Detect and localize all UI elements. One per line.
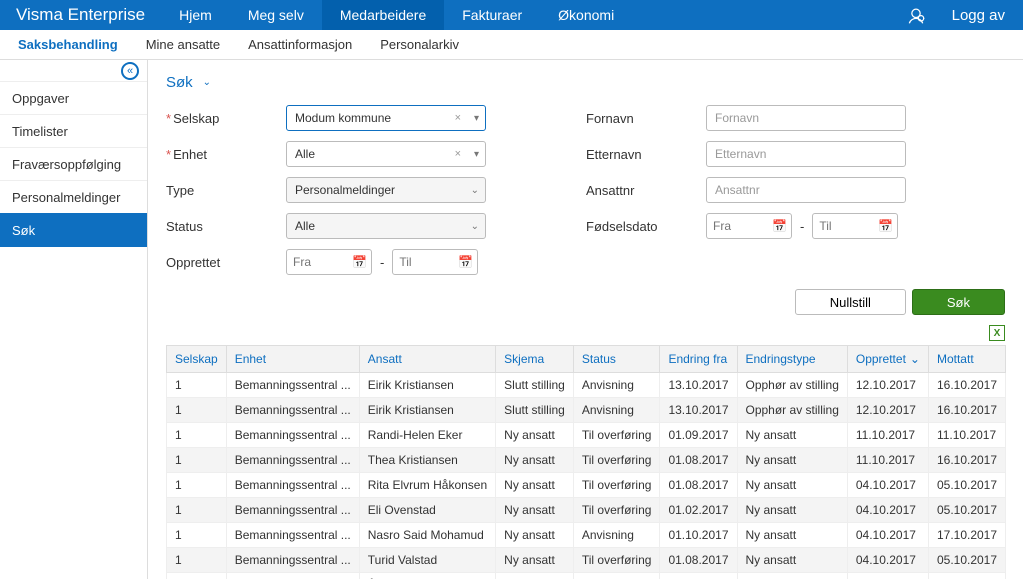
topnav-fakturaer[interactable]: Fakturaer xyxy=(444,0,540,30)
collapse-icon[interactable]: « xyxy=(121,62,139,80)
subnav-saksbehandling[interactable]: Saksbehandling xyxy=(18,37,118,52)
subnav-ansattinformasjon[interactable]: Ansattinformasjon xyxy=(248,37,352,52)
sidebar-item-timelister[interactable]: Timelister xyxy=(0,114,147,148)
chevron-down-icon[interactable]: ⌄ xyxy=(471,185,479,196)
table-row[interactable]: 1Bemanningssentral ...Eirik KristiansenS… xyxy=(167,398,1006,423)
col-endring-fra[interactable]: Endring fra xyxy=(660,346,737,373)
sort-desc-icon: ⌄ xyxy=(910,352,920,366)
table-row[interactable]: 1Bemanningssentral ...Turid ValstadNy an… xyxy=(167,548,1006,573)
reset-button[interactable]: Nullstill xyxy=(795,289,906,315)
label-status: Status xyxy=(166,219,286,234)
type-select[interactable]: Personalmeldinger ⌄ xyxy=(286,177,486,203)
top-right: Logg av xyxy=(898,0,1023,30)
fodsel-til[interactable]: 📅 xyxy=(812,213,898,239)
table-row[interactable]: 1Bemanningssentral ...Nasro Said Mohamud… xyxy=(167,523,1006,548)
opprettet-til[interactable]: 📅 xyxy=(392,249,478,275)
calendar-icon[interactable]: 📅 xyxy=(352,255,367,269)
table-row[interactable]: 1Bemanningssentral ...Randi-Helen EkerNy… xyxy=(167,423,1006,448)
brand-logo: Visma Enterprise xyxy=(0,0,161,30)
fodsel-fra[interactable]: 📅 xyxy=(706,213,792,239)
settings-icon[interactable] xyxy=(898,5,934,25)
calendar-icon[interactable]: 📅 xyxy=(772,219,787,233)
fornavn-input[interactable] xyxy=(706,105,906,131)
col-status[interactable]: Status xyxy=(573,346,660,373)
filter-grid: Selskap Modum kommune × ▾ Fornavn Enhet … xyxy=(166,105,1005,275)
table-row[interactable]: 1Bemanningssentral ...Åse BråtenNy ansat… xyxy=(167,573,1006,579)
label-enhet: Enhet xyxy=(166,147,286,162)
label-opprettet: Opprettet xyxy=(166,255,286,270)
etternavn-input[interactable] xyxy=(706,141,906,167)
chevron-down-icon[interactable]: ⌄ xyxy=(471,221,479,232)
search-title: Søk xyxy=(166,74,193,91)
sidebar-item-fraværsoppfølging[interactable]: Fraværsoppfølging xyxy=(0,147,147,181)
table-row[interactable]: 1Bemanningssentral ...Eirik KristiansenS… xyxy=(167,373,1006,398)
topnav-hjem[interactable]: Hjem xyxy=(161,0,230,30)
chevron-down-icon: ⌄ xyxy=(203,77,211,88)
search-header[interactable]: Søk ⌄ xyxy=(166,74,1005,91)
chevron-down-icon[interactable]: ▾ xyxy=(474,113,479,124)
enhet-combo[interactable]: Alle × ▾ xyxy=(286,141,486,167)
topnav-meg selv[interactable]: Meg selv xyxy=(230,0,322,30)
logoff-link[interactable]: Logg av xyxy=(934,7,1023,24)
sidebar-item-oppgaver[interactable]: Oppgaver xyxy=(0,81,147,115)
topnav-økonomi[interactable]: Økonomi xyxy=(540,0,632,30)
label-type: Type xyxy=(166,183,286,198)
sub-nav: Saksbehandling Mine ansatte Ansattinformas… xyxy=(0,30,1023,60)
calendar-icon[interactable]: 📅 xyxy=(458,255,473,269)
label-fornavn: Fornavn xyxy=(586,111,706,126)
col-opprettet[interactable]: Opprettet⌄ xyxy=(847,346,928,373)
status-select[interactable]: Alle ⌄ xyxy=(286,213,486,239)
fodselsdato-range: 📅 - 📅 xyxy=(706,213,916,239)
table-row[interactable]: 1Bemanningssentral ...Rita Elvrum Håkons… xyxy=(167,473,1006,498)
subnav-personalarkiv[interactable]: Personalarkiv xyxy=(380,37,459,52)
col-skjema[interactable]: Skjema xyxy=(496,346,574,373)
clear-icon[interactable]: × xyxy=(455,112,461,124)
selskap-combo[interactable]: Modum kommune × ▾ xyxy=(286,105,486,131)
main-content: Søk ⌄ Selskap Modum kommune × ▾ Fornavn … xyxy=(148,60,1023,579)
clear-icon[interactable]: × xyxy=(455,148,461,160)
sidebar-item-søk[interactable]: Søk xyxy=(0,213,147,247)
col-endringstype[interactable]: Endringstype xyxy=(737,346,847,373)
col-selskap[interactable]: Selskap xyxy=(167,346,227,373)
action-buttons: Nullstill Søk xyxy=(166,289,1005,315)
sidebar-collapse: « xyxy=(0,60,147,82)
col-mottatt[interactable]: Mottatt xyxy=(928,346,1005,373)
top-bar: Visma Enterprise HjemMeg selvMedarbeider… xyxy=(0,0,1023,30)
col-enhet[interactable]: Enhet xyxy=(226,346,359,373)
results-table: SelskapEnhetAnsattSkjemaStatusEndring fr… xyxy=(166,345,1006,579)
table-row[interactable]: 1Bemanningssentral ...Eli OvenstadNy ans… xyxy=(167,498,1006,523)
calendar-icon[interactable]: 📅 xyxy=(878,219,893,233)
label-fodselsdato: Fødselsdato xyxy=(586,219,706,234)
label-etternavn: Etternavn xyxy=(586,147,706,162)
ansattnr-input[interactable] xyxy=(706,177,906,203)
topnav-medarbeidere[interactable]: Medarbeidere xyxy=(322,0,444,30)
top-nav: HjemMeg selvMedarbeidereFakturaerØkonomi xyxy=(161,0,632,30)
search-button[interactable]: Søk xyxy=(912,289,1005,315)
label-ansattnr: Ansattnr xyxy=(586,183,706,198)
opprettet-fra[interactable]: 📅 xyxy=(286,249,372,275)
col-ansatt[interactable]: Ansatt xyxy=(359,346,495,373)
export-excel-icon[interactable]: X xyxy=(989,325,1005,341)
chevron-down-icon[interactable]: ▾ xyxy=(474,149,479,160)
opprettet-range: 📅 - 📅 xyxy=(286,249,496,275)
sidebar-item-personalmeldinger[interactable]: Personalmeldinger xyxy=(0,180,147,214)
table-row[interactable]: 1Bemanningssentral ...Thea KristiansenNy… xyxy=(167,448,1006,473)
sidebar: « OppgaverTimelisterFraværsoppfølgingPer… xyxy=(0,60,148,579)
subnav-mine ansatte[interactable]: Mine ansatte xyxy=(146,37,220,52)
label-selskap: Selskap xyxy=(166,111,286,126)
